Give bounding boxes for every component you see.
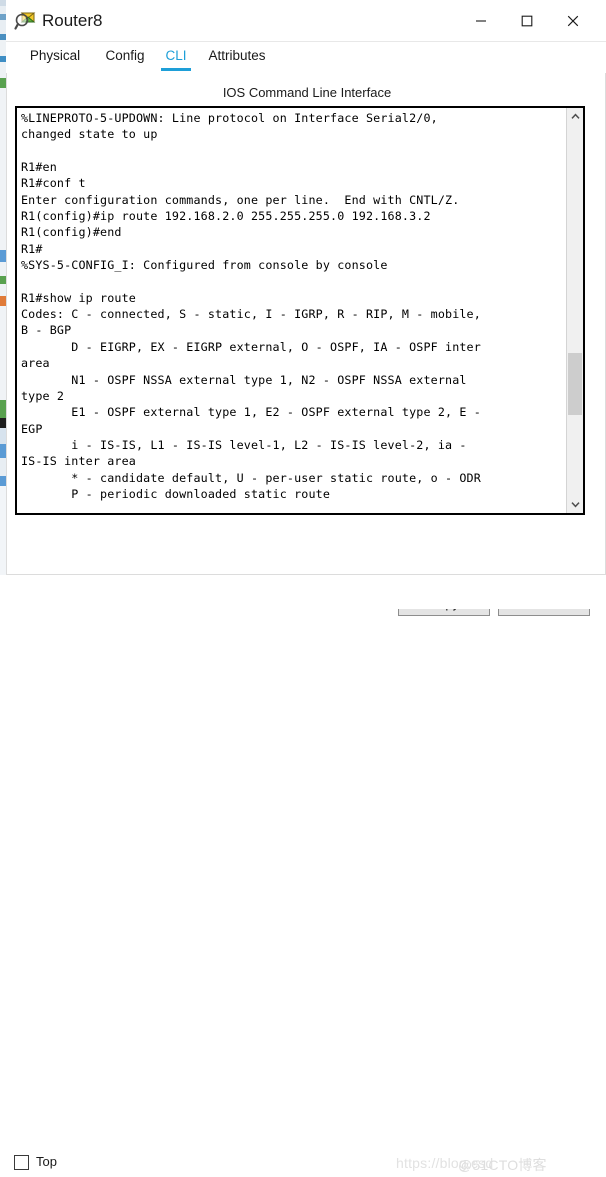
terminal-container: %LINEPROTO-5-UPDOWN: Line protocol on In… <box>15 106 585 515</box>
cli-panel: IOS Command Line Interface %LINEPROTO-5-… <box>6 73 606 616</box>
minimize-icon <box>476 19 486 22</box>
tab-bar: Physical Config CLI Attributes <box>6 42 606 73</box>
chevron-up-icon <box>570 113 580 119</box>
maximize-button[interactable] <box>504 0 550 41</box>
maximize-icon <box>521 15 533 26</box>
footer-bar: Top https://blog.csd @51CTO博客 <box>0 575 606 1173</box>
tab-cli-label: CLI <box>165 48 187 63</box>
title-bar: Router8 <box>6 0 606 42</box>
scroll-down-button[interactable] <box>567 496 583 513</box>
watermark: https://blog.csd @51CTO博客 <box>396 1155 600 1177</box>
tab-config-label: Config <box>105 48 145 63</box>
tab-active-underline <box>161 68 191 71</box>
tab-attributes-label: Attributes <box>208 48 266 63</box>
terminal-scrollbar[interactable] <box>566 108 583 513</box>
tab-physical-label: Physical <box>29 48 81 63</box>
scrollbar-thumb[interactable] <box>568 353 582 415</box>
watermark-url: https://blog.csd <box>396 1155 494 1171</box>
cli-heading: IOS Command Line Interface <box>222 85 392 100</box>
watermark-handle: @51CTO博客 <box>458 1157 547 1173</box>
close-button[interactable] <box>550 0 596 41</box>
top-checkbox[interactable] <box>14 1155 29 1170</box>
tab-attributes[interactable]: Attributes <box>198 42 276 73</box>
chevron-down-icon <box>570 502 580 508</box>
tab-physical[interactable]: Physical <box>20 42 90 73</box>
window-title: Router8 <box>42 11 103 30</box>
scroll-up-button[interactable] <box>567 108 583 125</box>
terminal-output[interactable]: %LINEPROTO-5-UPDOWN: Line protocol on In… <box>21 110 564 513</box>
inspect-magnifier-icon <box>14 10 36 32</box>
top-checkbox-label: Top <box>36 1154 57 1169</box>
tab-cli[interactable]: CLI <box>156 42 196 73</box>
close-icon <box>567 15 579 26</box>
router-properties-window: Router8 Physical Config CLI Attributes I… <box>6 0 606 616</box>
minimize-button[interactable] <box>458 0 504 41</box>
tab-config[interactable]: Config <box>94 42 156 73</box>
